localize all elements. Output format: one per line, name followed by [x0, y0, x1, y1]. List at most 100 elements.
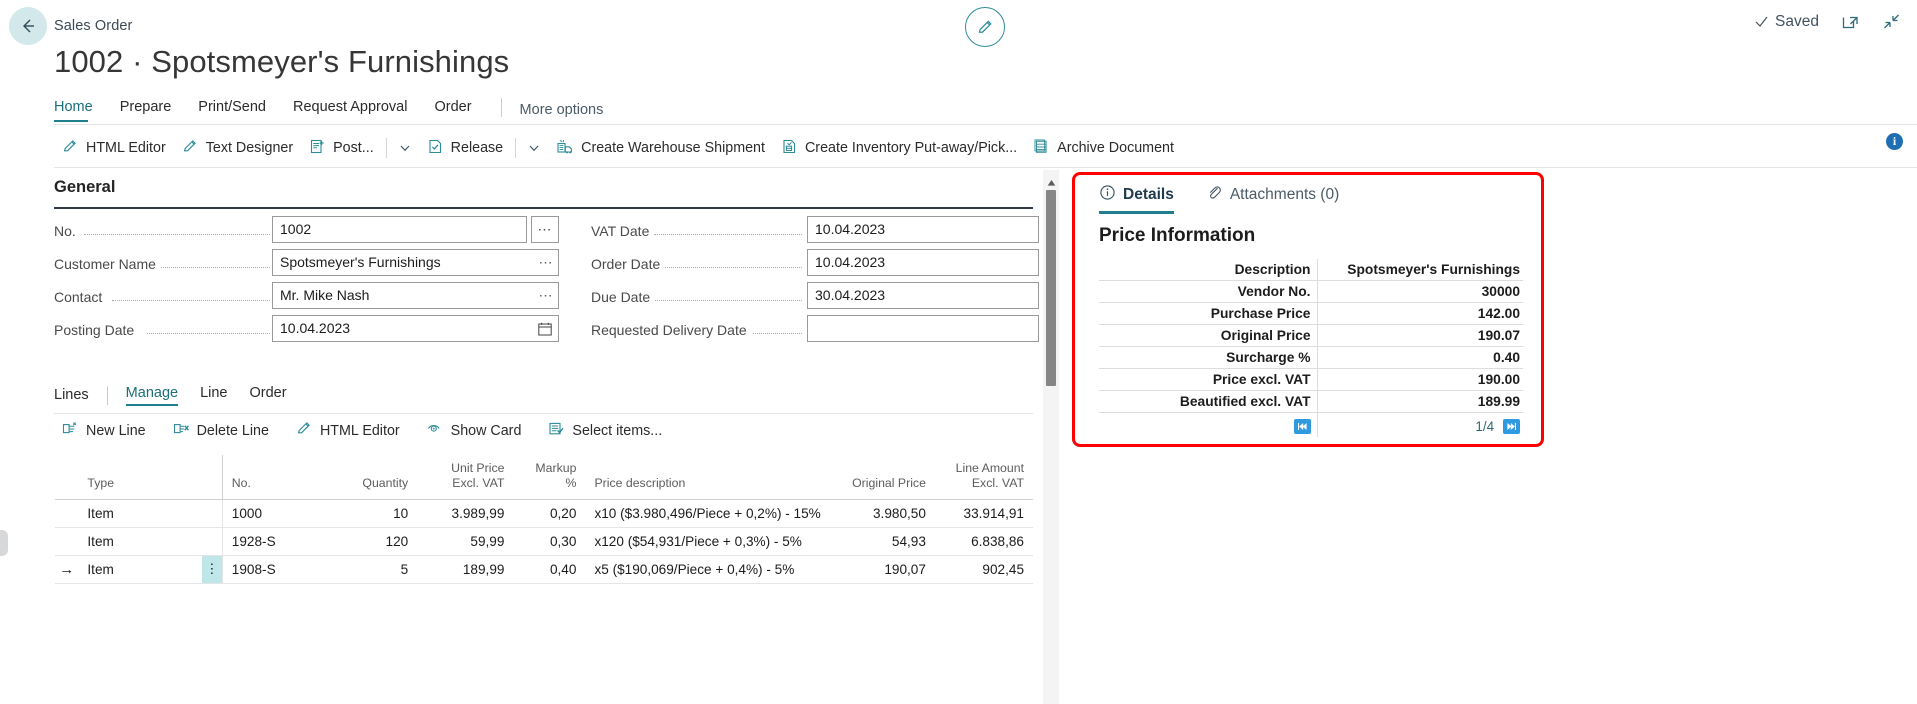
post-button[interactable]: Post...	[305, 135, 386, 162]
table-row-selected[interactable]: → Item ⋮ 1908-S 5 189,99 0,40 x5 ($190,0…	[55, 555, 1033, 584]
vat-date-label: VAT Date	[591, 223, 655, 239]
table-row[interactable]: Item 1928-S 120 59,99 0,30 x120 ($54,931…	[55, 527, 1033, 556]
text-designer-button[interactable]: Text Designer	[178, 135, 305, 162]
cell-quantity[interactable]: 120	[322, 527, 418, 556]
lines-tab-order[interactable]: Order	[250, 385, 287, 405]
cell-original-price[interactable]: 54,93	[837, 527, 935, 556]
vertical-scrollbar[interactable]	[1043, 170, 1059, 704]
row-menu-icon[interactable]: ⋮	[202, 555, 223, 584]
release-chevron-down-icon[interactable]	[516, 141, 552, 155]
show-card-button[interactable]: Show Card	[427, 421, 521, 440]
no-input[interactable]: 1002	[272, 216, 527, 243]
col-type[interactable]: Type	[78, 455, 203, 500]
cell-type[interactable]: Item	[78, 527, 203, 556]
row-label-beautified-excl-vat: Beautified excl. VAT	[1099, 390, 1317, 413]
cell-unit-price[interactable]: 59,99	[417, 527, 514, 556]
dot-leader	[160, 267, 270, 268]
col-price-description[interactable]: Price description	[585, 455, 838, 500]
requested-delivery-date-label: Requested Delivery Date	[591, 322, 752, 338]
create-warehouse-shipment-button[interactable]: Create Warehouse Shipment	[552, 135, 777, 162]
cell-original-price[interactable]: 190,07	[837, 555, 935, 584]
new-line-button[interactable]: New Line	[62, 421, 146, 440]
first-page-icon[interactable]	[1293, 418, 1311, 434]
menu-item-prepare[interactable]: Prepare	[120, 97, 183, 122]
vat-date-input[interactable]: 10.04.2023	[807, 216, 1039, 243]
table-row[interactable]: Item 1000 10 3.989,99 0,20 x10 ($3.980,4…	[55, 499, 1033, 528]
cell-quantity[interactable]: 5	[322, 555, 418, 584]
cell-no[interactable]: 1928-S	[221, 527, 323, 556]
row-menu-icon[interactable]	[202, 527, 223, 556]
ribbon-menu: Home Prepare Print/Send Request Approval…	[54, 97, 1917, 122]
row-menu-icon[interactable]	[202, 499, 223, 528]
info-circle-icon	[1099, 184, 1116, 206]
delete-line-button[interactable]: Delete Line	[173, 421, 269, 440]
menu-item-print-send[interactable]: Print/Send	[198, 97, 277, 122]
contact-input[interactable]: Mr. Mike Nash	[272, 282, 559, 309]
cell-original-price[interactable]: 3.980,50	[837, 499, 935, 528]
breadcrumb[interactable]: Sales Order	[54, 18, 132, 34]
release-button[interactable]: Release	[423, 135, 515, 162]
cell-markup[interactable]: 0,40	[513, 555, 586, 584]
cell-line-amount[interactable]: 902,45	[934, 555, 1033, 584]
lines-html-editor-button[interactable]: HTML Editor	[296, 420, 400, 441]
back-arrow-icon[interactable]	[9, 7, 47, 45]
cell-line-amount[interactable]: 6.838,86	[934, 527, 1033, 556]
page-count-label: 1/4	[1475, 418, 1495, 434]
menu-item-more-options[interactable]: More options	[520, 102, 604, 118]
last-page-icon[interactable]	[1503, 418, 1520, 434]
tab-details[interactable]: Details	[1099, 184, 1174, 214]
col-line-amount-excl-vat[interactable]: Line Amount Excl. VAT	[934, 455, 1033, 500]
archive-document-icon	[1033, 138, 1050, 159]
no-assist-edit-button[interactable]: ⋯	[531, 216, 559, 243]
cell-markup[interactable]: 0,20	[513, 499, 586, 528]
lines-tab-line[interactable]: Line	[200, 385, 227, 405]
cell-type[interactable]: Item	[78, 555, 203, 584]
cell-price-description[interactable]: x120 ($54,931/Piece + 0,3%) - 5%	[585, 527, 838, 556]
col-no[interactable]: No.	[221, 455, 323, 500]
cell-price-description[interactable]: x10 ($3.980,496/Piece + 0,2%) - 15%	[585, 499, 838, 528]
cell-unit-price[interactable]: 3.989,99	[417, 499, 514, 528]
cell-type[interactable]: Item	[78, 499, 203, 528]
price-information-factbox: Details Attachments (0) Price Informatio…	[1072, 172, 1544, 447]
post-chevron-down-icon[interactable]	[387, 141, 423, 155]
cell-no[interactable]: 1908-S	[221, 555, 323, 584]
scrollbar-thumb[interactable]	[1046, 190, 1056, 386]
customer-name-input[interactable]: Spotsmeyer's Furnishings	[272, 249, 559, 276]
order-date-input[interactable]: 10.04.2023	[807, 249, 1039, 276]
tab-attachments[interactable]: Attachments (0)	[1206, 184, 1339, 214]
cell-unit-price[interactable]: 189,99	[417, 555, 514, 584]
collapse-icon[interactable]	[1882, 12, 1901, 31]
archive-document-button[interactable]: Archive Document	[1029, 135, 1186, 162]
menu-item-order[interactable]: Order	[434, 97, 482, 122]
col-unit-price-excl-vat[interactable]: Unit Price Excl. VAT	[417, 455, 514, 500]
edit-pencil-icon[interactable]	[965, 7, 1005, 47]
col-markup-percent[interactable]: Markup %	[513, 455, 586, 500]
cell-line-amount[interactable]: 33.914,91	[934, 499, 1033, 528]
menu-item-request-approval[interactable]: Request Approval	[293, 97, 418, 122]
pane-resize-handle[interactable]	[0, 530, 8, 556]
cell-markup[interactable]: 0,30	[513, 527, 586, 556]
menu-item-home[interactable]: Home	[54, 97, 104, 122]
posting-date-input[interactable]: 10.04.2023	[272, 315, 559, 342]
contact-lookup-button[interactable]: ⋯	[533, 282, 559, 309]
col-original-price[interactable]: Original Price	[837, 455, 935, 500]
open-in-new-window-icon[interactable]	[1841, 12, 1860, 31]
create-inventory-putaway-button[interactable]: Create Inventory Put-away/Pick...	[777, 135, 1029, 162]
customer-name-lookup-button[interactable]: ⋯	[533, 249, 559, 276]
lines-tab-manage[interactable]: Manage	[125, 385, 179, 406]
row-value-surcharge-percent: 0.40	[1316, 346, 1523, 369]
col-quantity[interactable]: Quantity	[322, 455, 418, 500]
html-editor-button[interactable]: HTML Editor	[58, 135, 178, 162]
html-editor-label: HTML Editor	[86, 140, 166, 156]
document-pane: General No. 1002 ⋯ VAT Date 10.04.2023 C…	[0, 170, 1043, 704]
cell-price-description[interactable]: x5 ($190,069/Piece + 0,4%) - 5%	[585, 555, 838, 584]
cell-no[interactable]: 1000	[221, 499, 323, 528]
cell-quantity[interactable]: 10	[322, 499, 418, 528]
info-icon[interactable]: i	[1886, 133, 1903, 150]
page-title: 1002 · Spotsmeyer's Furnishings	[54, 44, 510, 79]
due-date-input[interactable]: 30.04.2023	[807, 282, 1039, 309]
dot-leader	[112, 300, 270, 301]
calendar-icon[interactable]	[531, 315, 559, 342]
select-items-button[interactable]: Select items...	[548, 421, 662, 440]
requested-delivery-date-input[interactable]	[807, 315, 1039, 342]
